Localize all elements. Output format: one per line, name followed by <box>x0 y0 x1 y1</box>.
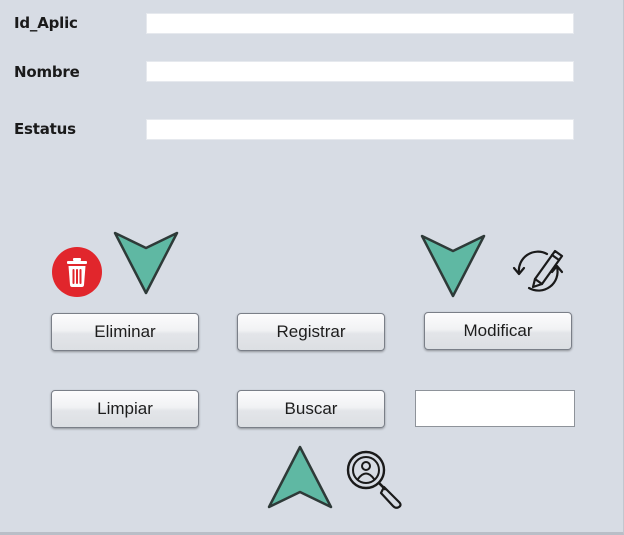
eliminar-button[interactable]: Eliminar <box>51 313 199 351</box>
nombre-field[interactable] <box>146 61 574 82</box>
modificar-button[interactable]: Modificar <box>424 312 572 350</box>
arrow-down-icon <box>112 230 180 296</box>
id-aplic-field[interactable] <box>146 13 574 34</box>
estatus-label: Estatus <box>14 120 76 138</box>
id-aplic-label: Id_Aplic <box>14 14 78 32</box>
aplicacion-form-panel: Id_Aplic Nombre Estatus Eliminar Registr… <box>0 0 624 535</box>
limpiar-button[interactable]: Limpiar <box>51 390 199 428</box>
arrow-down-icon <box>419 233 487 299</box>
search-id-field[interactable] <box>415 390 575 427</box>
buscar-button[interactable]: Buscar <box>237 390 385 428</box>
edit-sync-icon <box>511 243 573 295</box>
user-search-icon <box>344 449 406 509</box>
registrar-button[interactable]: Registrar <box>237 313 385 351</box>
estatus-field[interactable] <box>146 119 574 140</box>
trash-icon <box>51 246 103 298</box>
arrow-up-icon <box>266 444 334 510</box>
nombre-label: Nombre <box>14 63 80 81</box>
